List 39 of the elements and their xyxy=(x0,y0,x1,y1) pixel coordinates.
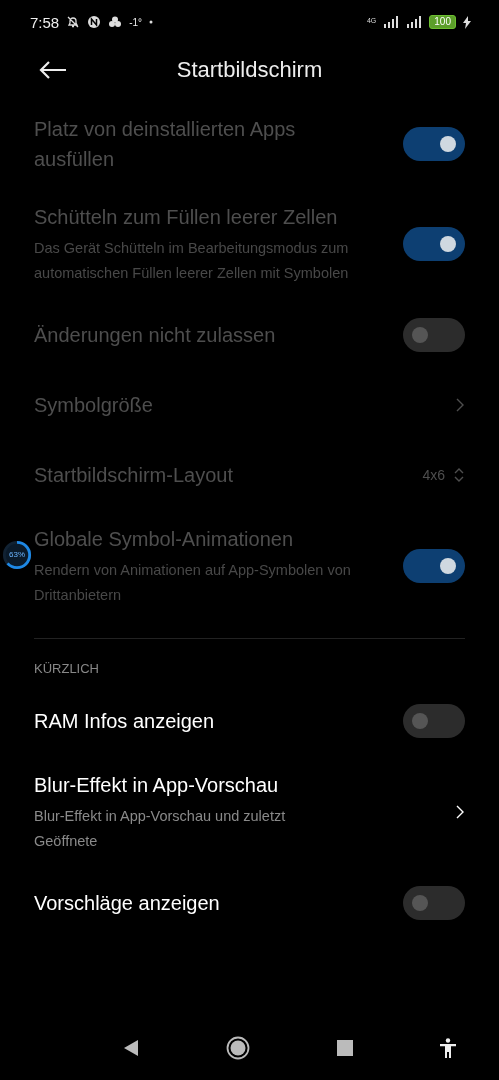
setting-title: Platz von deinstallierten Apps ausfüllen xyxy=(34,117,297,172)
dot-icon xyxy=(149,20,154,24)
layout-value: 4x6 xyxy=(422,467,445,483)
bell-off-icon xyxy=(66,15,81,29)
settings-row[interactable]: Vorschläge anzeigen xyxy=(34,868,465,938)
progress-percent: 63% xyxy=(8,550,26,559)
toggle-switch[interactable] xyxy=(403,886,465,920)
setting-title: Blur-Effekt in App-Vorschau xyxy=(34,773,280,798)
recents-icon[interactable] xyxy=(336,1040,353,1056)
toggle-switch[interactable] xyxy=(403,704,465,738)
home-icon[interactable] xyxy=(226,1036,251,1060)
setting-description: Blur-Effekt in App-Vorschau und zuletzt Geöffnete xyxy=(34,807,287,851)
setting-title: Startbildschirm-Layout xyxy=(34,463,234,488)
settings-row[interactable]: RAM Infos anzeigen xyxy=(34,686,465,756)
page-title: Startbildschirm xyxy=(176,57,323,83)
setting-title: Globale Symbol-Animationen xyxy=(34,527,295,552)
setting-title: Änderungen nicht zulassen xyxy=(34,323,277,348)
signal-icon xyxy=(406,16,423,28)
setting-title: Schütteln zum Füllen leerer Zellen xyxy=(34,205,339,230)
status-time: 7:58 xyxy=(30,13,60,31)
back-icon[interactable] xyxy=(123,1039,140,1057)
chevron-right-icon xyxy=(455,804,465,820)
setting-title: Symbolgröße xyxy=(34,393,154,418)
section-label: KÜRZLICH xyxy=(34,661,100,676)
back-arrow-icon[interactable] xyxy=(38,60,68,80)
chevron-right-icon xyxy=(455,397,465,413)
progress-bubble[interactable]: 63% xyxy=(2,540,32,570)
setting-title: Vorschläge anzeigen xyxy=(34,891,221,916)
signal-icon xyxy=(383,16,400,28)
cloud-icon xyxy=(108,15,123,29)
settings-row[interactable]: Blur-Effekt in App-Vorschau Blur-Effekt in App-Vorschau und zuletzt Geöffnete xyxy=(34,756,465,868)
charging-icon xyxy=(463,15,471,29)
setting-description: Rendern von Animationen auf App-Symbolen von Drittanbietern xyxy=(34,561,352,605)
temperature: -1° xyxy=(129,16,143,28)
setting-title: RAM Infos anzeigen xyxy=(34,709,216,734)
accessibility-icon[interactable] xyxy=(439,1038,456,1058)
app-notification-icon xyxy=(87,15,102,29)
setting-description: Das Gerät Schütteln im Bearbeitungsmodus zum automatischen Füllen leerer Zellen mit Symbolen xyxy=(34,239,350,283)
battery-indicator: 100 xyxy=(429,15,456,29)
